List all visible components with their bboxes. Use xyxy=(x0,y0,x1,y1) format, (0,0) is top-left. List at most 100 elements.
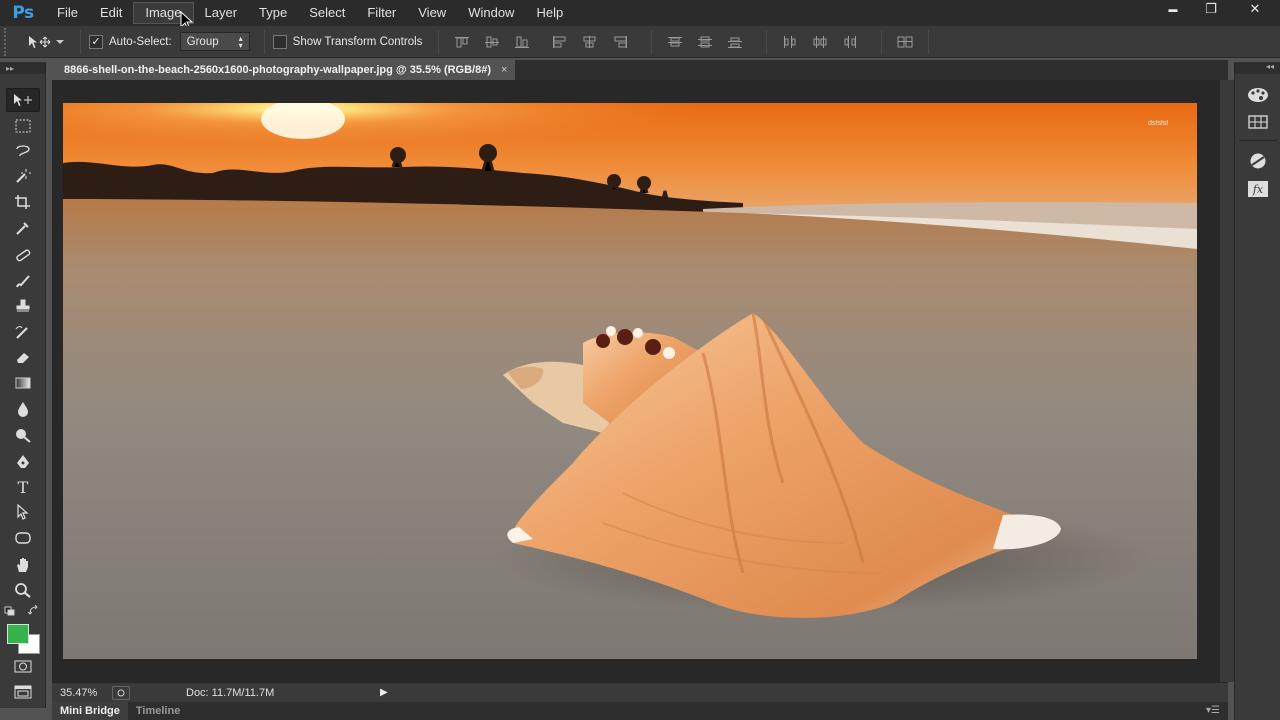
document-canvas[interactable]: dsfsfsf xyxy=(63,103,1197,720)
align-horizontal-centers-button[interactable] xyxy=(575,31,605,53)
clone-stamp-tool[interactable] xyxy=(6,294,40,318)
auto-select-target-dropdown[interactable]: Group ▴ ▾ xyxy=(179,32,250,51)
distribute-hcenter-button[interactable] xyxy=(805,31,835,53)
minimize-button[interactable]: ▬ xyxy=(1154,0,1192,18)
align-bottom-icon xyxy=(515,36,530,48)
swatches-panel-button[interactable] xyxy=(1243,111,1273,133)
menu-help[interactable]: Help xyxy=(525,2,574,24)
type-tool[interactable]: T xyxy=(6,475,40,499)
window-controls: ▬ ❐ ✕ xyxy=(1154,0,1280,20)
distribute-top-button[interactable] xyxy=(660,31,690,53)
auto-align-icon xyxy=(897,36,913,47)
canvas-area[interactable]: dsfsfsf xyxy=(52,80,1228,682)
quick-mask-icon xyxy=(14,660,32,673)
distribute-left-button[interactable] xyxy=(775,31,805,53)
status-menu-arrow-icon[interactable]: ▶ xyxy=(380,687,388,698)
pen-tool[interactable] xyxy=(6,450,40,474)
color-swatches xyxy=(4,622,44,658)
tool-preset-picker[interactable] xyxy=(26,31,72,53)
align-top-edges-button[interactable] xyxy=(447,31,477,53)
document-tab[interactable]: 8866-shell-on-the-beach-2560x1600-photog… xyxy=(52,60,516,80)
crop-tool[interactable] xyxy=(6,190,40,214)
spot-healing-brush-tool[interactable] xyxy=(6,243,40,267)
history-brush-icon xyxy=(15,326,28,339)
screen-mode-icon xyxy=(14,685,32,699)
brush-tool[interactable] xyxy=(6,269,40,293)
shape-tool[interactable] xyxy=(6,526,40,550)
close-button[interactable]: ✕ xyxy=(1230,0,1280,18)
image-watermark-text: dsfsfsf xyxy=(1148,120,1168,127)
magic-wand-tool[interactable] xyxy=(6,164,40,188)
tab-mini-bridge[interactable]: Mini Bridge xyxy=(52,702,128,720)
lasso-icon xyxy=(16,145,30,157)
auto-select-checkbox[interactable]: ✓ xyxy=(89,34,103,49)
zoom-tool[interactable] xyxy=(6,578,40,602)
history-brush-tool[interactable] xyxy=(6,320,40,344)
align-top-icon xyxy=(455,36,470,47)
quick-mask-button[interactable] xyxy=(6,654,40,678)
menu-window[interactable]: Window xyxy=(457,2,525,24)
align-right-edges-button[interactable] xyxy=(605,31,635,53)
blur-tool[interactable] xyxy=(6,397,40,421)
gradient-tool[interactable] xyxy=(6,371,40,395)
path-selection-icon xyxy=(17,504,29,520)
path-selection-tool[interactable] xyxy=(6,500,40,524)
close-document-icon[interactable]: × xyxy=(501,64,507,76)
styles-panel-button[interactable]: fx xyxy=(1243,178,1273,200)
adjustments-panel-button[interactable] xyxy=(1243,150,1273,172)
distribute-right-button[interactable] xyxy=(835,31,865,53)
foreground-color-swatch[interactable] xyxy=(7,624,29,644)
photoshop-window: Ps File Edit Image Layer Type Select Fil… xyxy=(0,0,1280,720)
doc-info-icon[interactable] xyxy=(112,685,130,700)
move-tool[interactable] xyxy=(6,88,40,112)
healing-brush-icon xyxy=(16,249,31,262)
show-transform-controls-checkbox[interactable] xyxy=(272,34,287,49)
photoshop-logo: Ps xyxy=(12,3,34,23)
separator xyxy=(263,29,265,54)
tools-panel-collapse[interactable]: ▸▸ xyxy=(0,62,45,74)
canvas-vertical-scrollbar[interactable] xyxy=(1220,80,1234,682)
distribute-hcenter-icon xyxy=(813,35,827,48)
menu-filter[interactable]: Filter xyxy=(356,2,407,24)
show-transform-controls-label: Show Transform Controls xyxy=(292,35,423,48)
dodge-tool[interactable] xyxy=(6,423,40,447)
panel-menu-icon[interactable]: ▾☰ xyxy=(1206,705,1220,716)
lasso-tool[interactable] xyxy=(6,139,40,163)
menu-layer[interactable]: Layer xyxy=(194,2,249,24)
align-left-icon xyxy=(553,35,566,48)
panels-collapse-toggle[interactable]: ◂◂ xyxy=(1235,62,1280,74)
color-panel-button[interactable] xyxy=(1243,84,1273,106)
tools-panel: ▸▸ T xyxy=(0,62,46,708)
restore-button[interactable]: ❐ xyxy=(1192,0,1230,18)
distribute-bottom-button[interactable] xyxy=(720,31,750,53)
options-bar-grip[interactable] xyxy=(4,27,18,56)
align-controls xyxy=(447,29,937,54)
menu-edit[interactable]: Edit xyxy=(89,2,133,24)
distribute-vcenter-icon xyxy=(698,36,713,47)
menu-select[interactable]: Select xyxy=(298,2,356,24)
menu-file[interactable]: File xyxy=(46,2,89,24)
adjustments-icon xyxy=(1250,153,1266,169)
eyedropper-tool[interactable] xyxy=(6,216,40,240)
minimize-icon: ▬ xyxy=(1168,4,1178,14)
align-vertical-centers-button[interactable] xyxy=(477,31,507,53)
swap-colors-icon[interactable] xyxy=(28,605,40,617)
pen-icon xyxy=(17,455,29,468)
eyedropper-icon xyxy=(16,222,29,235)
separator xyxy=(80,29,81,54)
menu-view[interactable]: View xyxy=(407,2,457,24)
tab-timeline[interactable]: Timeline xyxy=(128,702,188,720)
default-colors-icon[interactable] xyxy=(4,606,16,616)
distribute-vcenter-button[interactable] xyxy=(690,31,720,53)
hand-tool[interactable] xyxy=(6,553,40,577)
align-left-edges-button[interactable] xyxy=(545,31,575,53)
eraser-tool[interactable] xyxy=(6,345,40,369)
align-bottom-edges-button[interactable] xyxy=(507,31,537,53)
rectangular-marquee-tool[interactable] xyxy=(6,114,40,138)
screen-mode-button[interactable] xyxy=(6,680,40,704)
menu-type[interactable]: Type xyxy=(248,2,298,24)
auto-align-layers-button[interactable] xyxy=(890,31,920,53)
zoom-level-field[interactable]: 35.47% xyxy=(52,687,112,699)
type-tool-icon: T xyxy=(17,477,29,497)
spinner-arrows-icon: ▴ ▾ xyxy=(238,33,243,50)
